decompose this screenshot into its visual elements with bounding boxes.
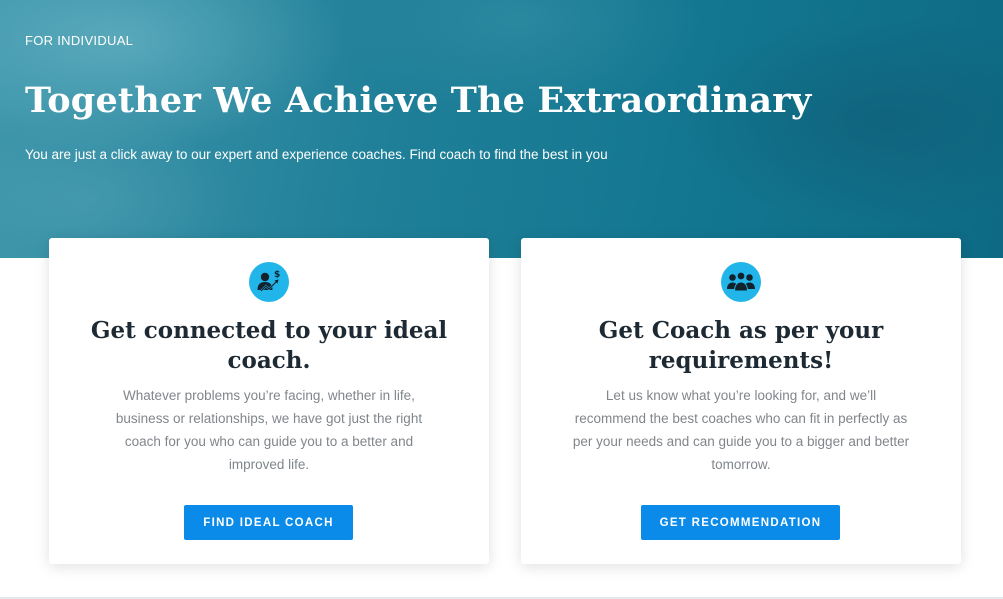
get-recommendation-button[interactable]: GET RECOMMENDATION [641,505,840,540]
group-people-icon [721,262,761,302]
hero-subtitle: You are just a click away to our expert … [25,147,608,162]
hero-eyebrow: FOR INDIVIDUAL [25,33,134,48]
coach-growth-icon: $ [249,262,289,302]
hero-banner: FOR INDIVIDUAL Together We Achieve The E… [0,0,1003,258]
ideal-coach-card-text: Whatever problems you’re facing, whether… [115,388,423,472]
ideal-coach-card-title: Get connected to your ideal coach. [90,317,448,374]
svg-text:$: $ [274,270,280,280]
hero-title: Together We Achieve The Extraordinary [25,80,812,121]
recommendation-card: Get Coach as per your requirements! Let … [521,238,961,564]
page: FOR INDIVIDUAL Together We Achieve The E… [0,0,1003,599]
recommendation-card-text: Let us know what you’re looking for, and… [572,388,910,472]
recommendation-card-title: Get Coach as per your requirements! [598,317,884,374]
ideal-coach-card: $ Get connected to your ideal coach. Wha… [49,238,489,564]
find-ideal-coach-button[interactable]: FIND IDEAL COACH [184,505,353,540]
